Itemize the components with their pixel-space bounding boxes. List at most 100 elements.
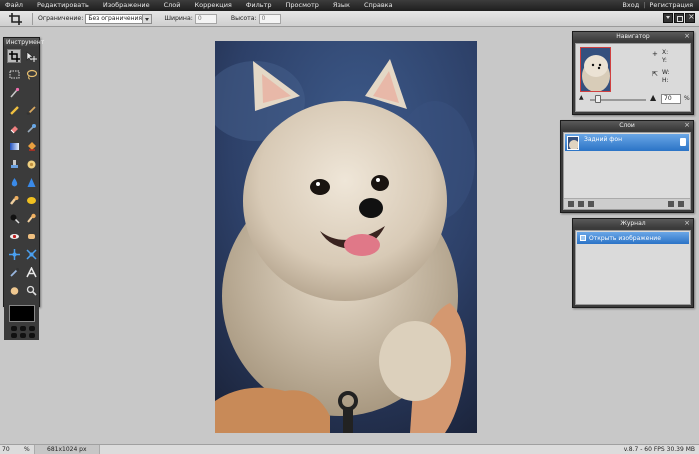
move-tool-icon[interactable] — [24, 49, 38, 63]
history-item-label: Открыть изображение — [589, 234, 661, 242]
width-input[interactable]: 0 — [194, 13, 217, 24]
hand-tool-icon[interactable] — [7, 283, 21, 297]
clone-stamp-tool-icon[interactable] — [7, 157, 21, 171]
foreground-color-swatch[interactable] — [8, 305, 35, 322]
history-title: Журнал — [573, 219, 693, 228]
pinch-tool-icon[interactable] — [24, 247, 38, 261]
layer-name: Задний фон — [584, 136, 623, 143]
marquee-tool-icon[interactable] — [7, 67, 21, 81]
trash-icon[interactable] — [678, 201, 684, 207]
x-label: X: — [662, 49, 669, 56]
height-input[interactable]: 0 — [258, 13, 281, 24]
dodge-tool-icon[interactable] — [24, 211, 38, 225]
menu-file[interactable]: Файл — [0, 0, 30, 11]
zoom-input[interactable]: 70 — [661, 94, 681, 104]
layer-folder-icon[interactable] — [588, 201, 594, 207]
toolbar-more-icon[interactable] — [11, 326, 36, 338]
lasso-tool-icon[interactable] — [24, 67, 38, 81]
login-link[interactable]: Вход — [622, 0, 639, 11]
close-icon[interactable]: × — [684, 32, 690, 40]
zoom-tool-icon[interactable] — [24, 283, 38, 297]
eraser-tool-icon[interactable] — [7, 121, 21, 135]
constraint-value: Без ограничения — [88, 14, 143, 22]
spot-heal-tool-icon[interactable] — [24, 229, 38, 243]
empty-tool-slot — [24, 85, 38, 99]
register-link[interactable]: Регистрация — [649, 0, 693, 11]
minimize-icon[interactable] — [663, 13, 673, 23]
replace-color-tool-icon[interactable] — [24, 121, 38, 135]
gradient-tool-icon[interactable] — [7, 139, 21, 153]
zoom-slider-handle[interactable] — [595, 95, 602, 103]
menu-bar: Файл Редактировать Изображение Слой Корр… — [0, 0, 699, 11]
drop-tool-icon[interactable] — [7, 175, 21, 189]
menu-view[interactable]: Просмотр — [279, 0, 326, 11]
menu-image[interactable]: Изображение — [96, 0, 157, 11]
link-separator: | — [643, 1, 646, 9]
color-picker-tool-icon[interactable] — [24, 157, 38, 171]
bloat-tool-icon[interactable] — [7, 247, 21, 261]
history-body: Открыть изображение — [575, 230, 691, 305]
tools-body — [4, 47, 39, 340]
picker-tool-icon[interactable] — [7, 265, 21, 279]
layer-mask-icon[interactable] — [578, 201, 584, 207]
sharpen-tool-icon[interactable] — [24, 175, 38, 189]
zoom-in-icon[interactable]: ▲ — [650, 93, 656, 102]
history-item[interactable]: Открыть изображение — [577, 232, 689, 244]
layer-row[interactable]: Задний фон — [565, 134, 689, 151]
menu-layer[interactable]: Слой — [157, 0, 188, 11]
layer-thumbnail — [567, 135, 579, 150]
status-bar: 70 % 681x1024 px v.8.7 - 60 FPS 30.39 MB — [0, 444, 699, 454]
menu-filter[interactable]: Фильтр — [239, 0, 279, 11]
constraint-select[interactable]: Без ограничения — [85, 13, 153, 24]
close-icon[interactable]: × — [684, 219, 690, 227]
brush-tool-icon[interactable] — [24, 103, 38, 117]
width-label: Ширина: — [164, 15, 193, 22]
size-icon: ⇱ — [652, 70, 658, 78]
navigator-panel: Навигатор × + X: Y: ⇱ W: H: ▲ ▲ 70 % — [572, 31, 694, 115]
close-icon[interactable]: × — [684, 121, 690, 129]
menu-edit[interactable]: Редактировать — [30, 0, 96, 11]
close-window-icon[interactable] — [685, 12, 695, 23]
layers-panel: Слои × Задний фон — [560, 120, 694, 213]
layers-body: Задний фон — [563, 132, 691, 210]
status-image-size: 681x1024 px — [34, 445, 100, 454]
y-label: Y: — [662, 57, 667, 64]
maximize-icon[interactable] — [674, 13, 684, 23]
dog-photo — [215, 41, 477, 433]
text-tool-icon[interactable] — [24, 265, 38, 279]
navigator-title: Навигатор — [573, 32, 693, 41]
tools-panel-title: Инструмент — [4, 38, 45, 47]
canvas-image[interactable] — [215, 41, 477, 433]
crop-tool-icon[interactable] — [7, 49, 21, 63]
burn-tool-icon[interactable] — [7, 211, 21, 225]
red-eye-tool-icon[interactable] — [7, 229, 21, 243]
new-layer-icon[interactable] — [668, 201, 674, 207]
navigator-thumbnail[interactable] — [580, 47, 611, 92]
history-panel: Журнал × Открыть изображение — [572, 218, 694, 308]
zoom-out-icon[interactable]: ▲ — [579, 94, 584, 101]
wand-tool-icon[interactable] — [7, 85, 21, 99]
window-controls — [663, 12, 695, 23]
account-links: Вход | Регистрация — [622, 0, 693, 11]
menu-help[interactable]: Справка — [357, 0, 400, 11]
crop-icon — [8, 12, 24, 26]
zoom-percent-label: % — [684, 95, 690, 102]
crosshair-icon: + — [652, 50, 658, 58]
status-zoom-unit: % — [24, 446, 30, 453]
sponge-tool-icon[interactable] — [24, 193, 38, 207]
w-label: W: — [662, 69, 670, 76]
layers-title: Слои — [561, 121, 693, 130]
height-label: Высота: — [230, 15, 257, 22]
pencil-tool-icon[interactable] — [7, 103, 21, 117]
menu-adjustments[interactable]: Коррекция — [188, 0, 239, 11]
divider — [32, 12, 33, 25]
status-zoom-value[interactable]: 70 — [0, 446, 24, 453]
smudge-tool-icon[interactable] — [7, 193, 21, 207]
navigator-body: + X: Y: ⇱ W: H: ▲ ▲ 70 % — [575, 43, 691, 112]
lock-icon — [680, 138, 686, 146]
menu-language[interactable]: Язык — [326, 0, 357, 11]
fill-tool-icon[interactable] — [24, 139, 38, 153]
open-image-icon — [580, 235, 586, 241]
layer-style-icon[interactable] — [568, 201, 574, 207]
constraint-label: Ограничение: — [38, 15, 84, 22]
